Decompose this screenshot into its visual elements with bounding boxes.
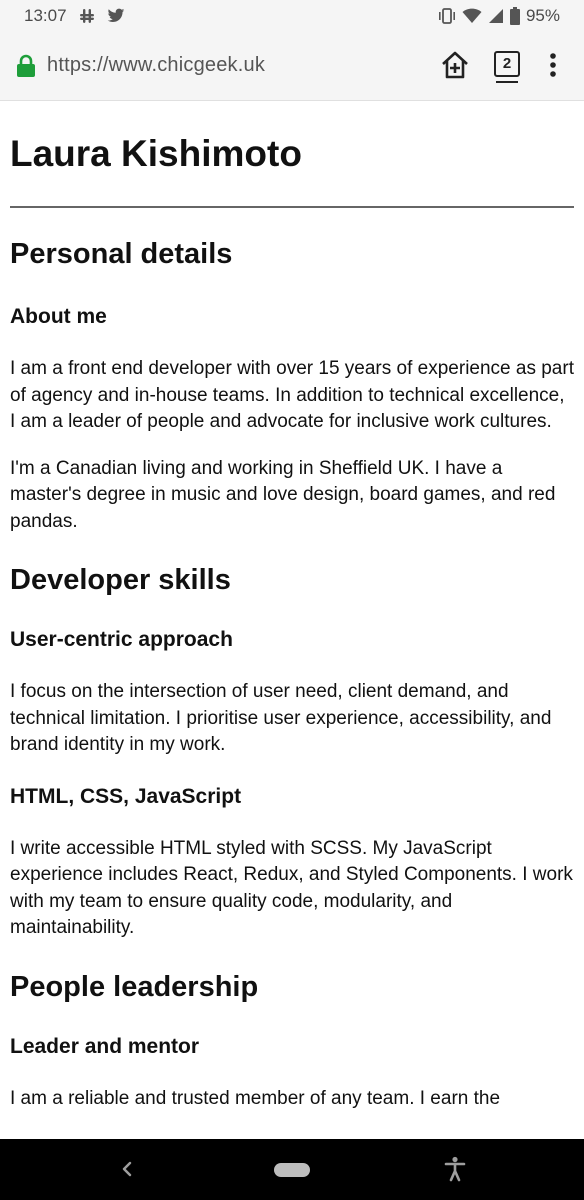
- section-heading-people-leadership: People leadership: [10, 970, 259, 1003]
- status-time: 13:07: [24, 6, 67, 25]
- subheading-user-centric: User-centric approach: [10, 628, 233, 651]
- battery-level: 95%: [525, 6, 560, 25]
- paragraph-about-me-1: I am a front end developer with over 15 …: [10, 358, 574, 432]
- tab-switcher-underline: [496, 81, 518, 83]
- status-left: 13:07: [24, 6, 125, 26]
- more-vert-icon[interactable]: [549, 52, 557, 83]
- browser-toolbar: https://www.chicgeek.uk 2: [0, 32, 584, 101]
- subheading-html-css-js: HTML, CSS, JavaScript: [10, 784, 242, 808]
- screen: 13:07 95% https://www.chicgeek.uk 2 Laur…: [0, 0, 584, 1200]
- add-to-home-icon[interactable]: [440, 50, 470, 85]
- page-content: Laura Kishimoto Personal details About m…: [10, 100, 574, 1112]
- paragraph-user-centric: I focus on the intersection of user need…: [10, 681, 552, 755]
- subheading-about-me: About me: [10, 305, 107, 328]
- page-title: Laura Kishimoto: [10, 133, 302, 174]
- paragraph-about-me-2: I'm a Canadian living and working in She…: [10, 457, 556, 532]
- status-bar: 13:07 95%: [0, 0, 584, 32]
- section-heading-personal-details: Personal details: [10, 238, 233, 270]
- system-nav-bar: [0, 1139, 584, 1200]
- twitter-icon: [107, 8, 125, 24]
- vibrate-icon: [438, 8, 456, 24]
- tab-count: 2: [494, 51, 520, 77]
- accessibility-icon[interactable]: [444, 1156, 466, 1187]
- subheading-leader-mentor: Leader and mentor: [10, 1034, 200, 1058]
- back-icon[interactable]: [120, 1160, 134, 1183]
- signal-icon: [488, 8, 504, 24]
- home-pill-icon[interactable]: [274, 1163, 310, 1177]
- paragraph-html-css-js: I write accessible HTML styled with SCSS…: [10, 837, 573, 939]
- wifi-icon: [462, 8, 482, 24]
- tab-switcher-button[interactable]: 2: [494, 51, 520, 83]
- lock-icon[interactable]: [16, 54, 36, 83]
- url-field[interactable]: https://www.chicgeek.uk: [47, 54, 265, 77]
- slack-icon: [79, 8, 95, 24]
- title-divider: [10, 206, 574, 208]
- status-right: 95%: [438, 6, 560, 26]
- paragraph-leader-mentor: I am a reliable and trusted member of an…: [10, 1087, 501, 1109]
- battery-icon: [509, 7, 520, 25]
- section-heading-developer-skills: Developer skills: [10, 564, 231, 596]
